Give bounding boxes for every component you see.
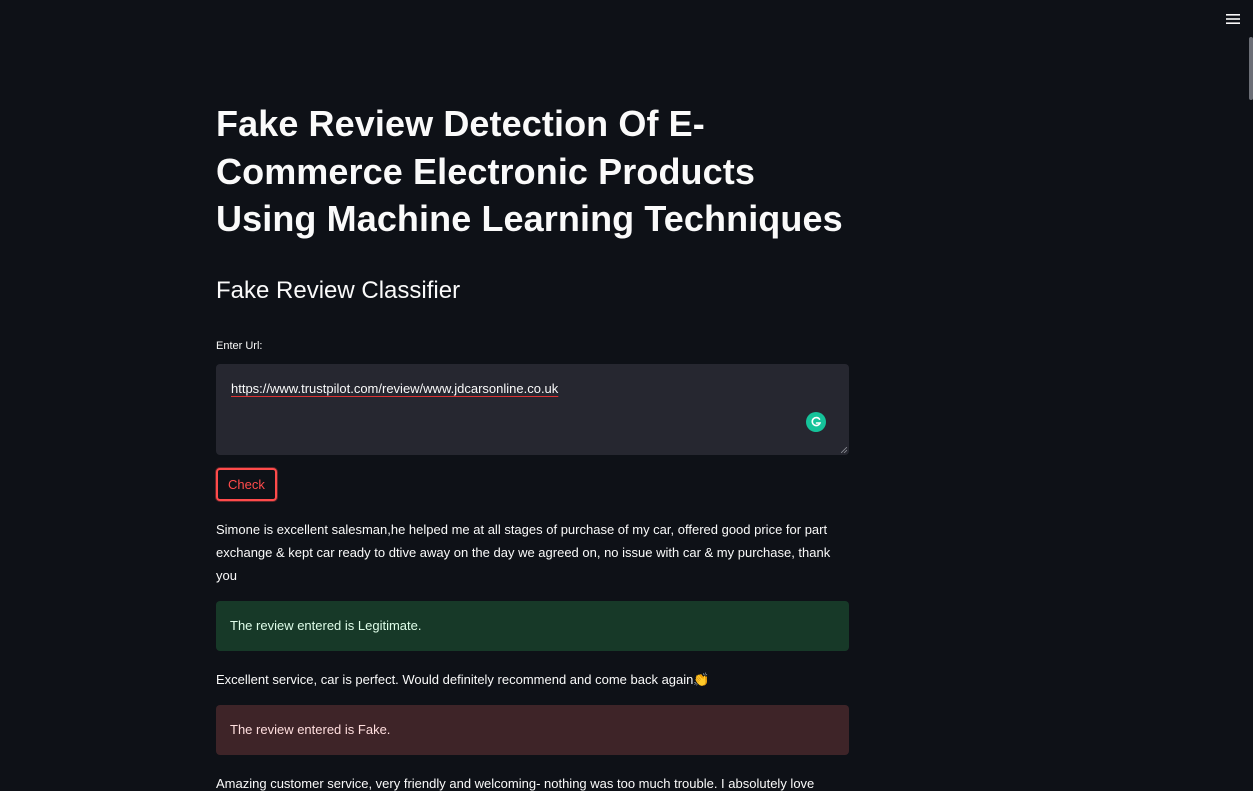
review-text: Amazing customer service, very friendly … (216, 775, 815, 791)
review-text: Simone is excellent salesman,he helped m… (216, 521, 831, 583)
url-input-container: https://www.trustpilot.com/review/www.jd… (216, 363, 849, 455)
scrollbar[interactable] (1249, 37, 1253, 100)
main-content: Fake Review Detection Of E-Commerce Elec… (216, 100, 849, 791)
fake-result-alert: The review entered is Fake. (216, 704, 849, 755)
resize-handle-icon[interactable] (841, 446, 847, 453)
url-input[interactable]: https://www.trustpilot.com/review/www.jd… (216, 363, 849, 455)
hamburger-menu-icon[interactable] (1221, 8, 1245, 30)
app-root: Fake Review Detection Of E-Commerce Elec… (0, 0, 1253, 791)
section-title: Fake Review Classifier (216, 276, 461, 304)
grammarly-icon[interactable] (806, 411, 826, 432)
url-field-label: Enter Url: (216, 339, 263, 352)
check-button[interactable]: Check (216, 467, 277, 501)
legitimate-result-alert: The review entered is Legitimate. (216, 600, 849, 651)
review-text: Excellent service, car is perfect. Would… (216, 671, 710, 687)
page-title: Fake Review Detection Of E-Commerce Elec… (216, 103, 843, 239)
result-message: The review entered is Legitimate. (230, 618, 422, 633)
result-message: The review entered is Fake. (230, 722, 391, 737)
